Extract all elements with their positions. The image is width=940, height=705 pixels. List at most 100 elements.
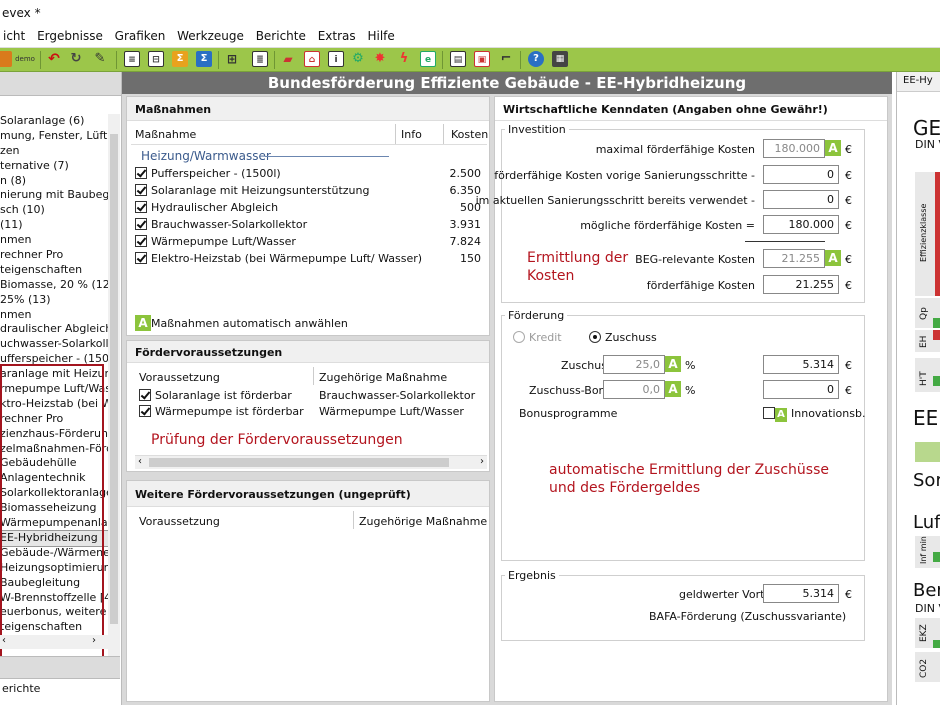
investition-field[interactable]: 21.255 bbox=[763, 249, 825, 268]
zuschuss-pct-field[interactable]: 25,0 bbox=[603, 355, 665, 374]
massnahme-label: Elektro-Heizstab (bei Wärmepumpe Luft/ W… bbox=[151, 252, 423, 265]
massnahme-check[interactable] bbox=[135, 218, 147, 230]
page-title: Bundesförderung Effiziente Gebäude - EE-… bbox=[122, 72, 892, 94]
tree-item[interactable]: mung, Fenster, Lüftun bbox=[0, 129, 110, 144]
menu-hilfe[interactable]: Hilfe bbox=[367, 26, 400, 43]
massnahme-row[interactable]: Hydraulischer Abgleich bbox=[135, 201, 278, 214]
innovation-option[interactable]: A Innovationsb. bbox=[763, 407, 865, 422]
menu-ansicht[interactable]: icht bbox=[0, 26, 31, 43]
tree-item[interactable]: 25% (13) bbox=[0, 293, 110, 308]
tree-scrollbar[interactable] bbox=[108, 114, 120, 684]
fv-row-1[interactable]: Solaranlage ist förderbar bbox=[139, 389, 292, 402]
right-ht: H'T bbox=[919, 371, 929, 386]
tree-item[interactable]: ternative (7) bbox=[0, 159, 110, 174]
settings-icon[interactable]: ⚙ bbox=[350, 51, 366, 67]
menu-werkzeuge[interactable]: Werkzeuge bbox=[177, 26, 250, 43]
tree-item[interactable]: (11) bbox=[0, 218, 110, 233]
ergebnis-value-field[interactable]: 5.314 bbox=[763, 584, 839, 603]
innovation-check[interactable] bbox=[763, 407, 775, 419]
investition-field[interactable]: 0 bbox=[763, 190, 839, 209]
euro-unit: € bbox=[845, 194, 852, 207]
calc-icon[interactable]: ▦ bbox=[552, 51, 568, 67]
open-icon[interactable] bbox=[0, 51, 12, 67]
eco-icon[interactable]: e bbox=[420, 51, 436, 67]
weitere-title: Weitere Fördervoraussetzungen (ungeprüft… bbox=[127, 481, 489, 507]
wizard-icon[interactable]: ✎ bbox=[92, 51, 108, 67]
group-heizung: Heizung/Warmwasser bbox=[141, 149, 271, 163]
menu-grafiken[interactable]: Grafiken bbox=[115, 26, 172, 43]
info-icon[interactable]: i bbox=[328, 51, 344, 67]
tree-icon[interactable]: ⊟ bbox=[148, 51, 164, 67]
massnahme-row[interactable]: Brauchwasser-Solarkollektor bbox=[135, 218, 307, 231]
list-icon[interactable]: ≣ bbox=[252, 51, 268, 67]
massnahme-label: Hydraulischer Abgleich bbox=[151, 201, 279, 214]
massnahme-row[interactable]: Pufferspeicher - (1500l) bbox=[135, 167, 281, 180]
bonus-value-field[interactable]: 0 bbox=[763, 380, 839, 399]
investition-label: im aktuellen Sanierungsschritt bereits v… bbox=[475, 194, 755, 207]
net-icon[interactable]: ⊞ bbox=[224, 51, 240, 67]
fv-hscrollbar[interactable]: ‹ › bbox=[135, 455, 487, 469]
right-din: DIN V bbox=[915, 138, 940, 151]
auto-a-icon[interactable]: A bbox=[825, 250, 841, 266]
fv-check-1[interactable] bbox=[139, 389, 151, 401]
massnahme-check[interactable] bbox=[135, 201, 147, 213]
tree-item[interactable]: Solaranlage (6) bbox=[0, 114, 110, 129]
menu-extras[interactable]: Extras bbox=[318, 26, 362, 43]
zuschuss-value-field[interactable]: 5.314 bbox=[763, 355, 839, 374]
investition-field[interactable]: 180.000 bbox=[763, 139, 825, 158]
redo-icon[interactable]: ↻ bbox=[68, 51, 84, 67]
bonus-a-icon[interactable]: A bbox=[665, 381, 681, 397]
bolt-icon[interactable]: ϟ bbox=[396, 51, 412, 67]
massnahme-check[interactable] bbox=[135, 235, 147, 247]
massnahme-check[interactable] bbox=[135, 184, 147, 196]
tree-hscrollbar[interactable]: ‹ › bbox=[0, 635, 118, 649]
tree-item[interactable]: zen bbox=[0, 144, 110, 159]
zuschuss-a-icon[interactable]: A bbox=[665, 356, 681, 372]
auto-a-icon[interactable]: A bbox=[825, 140, 841, 156]
auto-a-icon: A bbox=[135, 315, 151, 331]
tree-item[interactable]: draulischer Abgleich (3 bbox=[0, 322, 110, 337]
massnahme-row[interactable]: Solaranlage mit Heizungsunterstützung bbox=[135, 184, 369, 197]
euro-unit: € bbox=[845, 169, 852, 182]
fv-check-2[interactable] bbox=[139, 405, 151, 417]
kredit-radio[interactable]: Kredit bbox=[513, 331, 562, 344]
pdf-icon[interactable]: ▣ bbox=[474, 51, 490, 67]
tree-item[interactable]: uchwasser-Solarkollekt bbox=[0, 337, 110, 352]
demo-icon[interactable]: demo bbox=[14, 51, 36, 67]
help-icon[interactable]: ? bbox=[528, 51, 544, 67]
fv-row-2[interactable]: Wärmepumpe ist förderbar bbox=[139, 405, 304, 418]
right-tab[interactable]: EE-Hy bbox=[903, 75, 933, 86]
investition-field[interactable]: 180.000 bbox=[763, 215, 839, 234]
menu-berichte[interactable]: Berichte bbox=[256, 26, 312, 43]
sigma-icon[interactable]: Σ bbox=[196, 51, 212, 67]
bonus-pct-field[interactable]: 0,0 bbox=[603, 380, 665, 399]
investition-field[interactable]: 0 bbox=[763, 165, 839, 184]
tree-item[interactable]: nmen bbox=[0, 233, 110, 248]
menu-ergebnisse[interactable]: Ergebnisse bbox=[37, 26, 109, 43]
report-icon[interactable]: ▤ bbox=[450, 51, 466, 67]
chart-icon[interactable]: ▰ bbox=[280, 51, 296, 67]
right-din2: DIN V bbox=[915, 602, 940, 615]
investition-field[interactable]: 21.255 bbox=[763, 275, 839, 294]
tree-item[interactable]: rechner Pro bbox=[0, 248, 110, 263]
tree-item[interactable]: nierung mit Baubegleit bbox=[0, 188, 110, 203]
massnahme-row[interactable]: Elektro-Heizstab (bei Wärmepumpe Luft/ W… bbox=[135, 252, 422, 265]
massnahme-check[interactable] bbox=[135, 252, 147, 264]
tree-item[interactable]: sch (10) bbox=[0, 203, 110, 218]
massnahme-row[interactable]: Wärmepumpe Luft/Wasser bbox=[135, 235, 296, 248]
zuschuss-radio[interactable]: Zuschuss bbox=[589, 331, 657, 344]
massnahme-check[interactable] bbox=[135, 167, 147, 179]
house-icon[interactable]: ⌂ bbox=[304, 51, 320, 67]
auto-select-option[interactable]: A Maßnahmen automatisch anwählen bbox=[135, 315, 348, 331]
sum-icon[interactable]: Σ bbox=[172, 51, 188, 67]
doc-icon[interactable]: ≡ bbox=[124, 51, 140, 67]
graph-icon[interactable]: ⌐ bbox=[498, 51, 514, 67]
sun-icon[interactable]: ✸ bbox=[372, 51, 388, 67]
tree-item[interactable]: n (8) bbox=[0, 174, 110, 189]
tree-item[interactable]: teigenschaften bbox=[0, 263, 110, 278]
ergebnis-legend: Ergebnis bbox=[505, 569, 559, 582]
tree-item[interactable]: Biomasse, 20 % (12) bbox=[0, 278, 110, 293]
tab-berichte[interactable]: erichte bbox=[0, 678, 120, 700]
undo-icon[interactable]: ↶ bbox=[46, 51, 62, 67]
tree-item[interactable]: nmen bbox=[0, 308, 110, 323]
